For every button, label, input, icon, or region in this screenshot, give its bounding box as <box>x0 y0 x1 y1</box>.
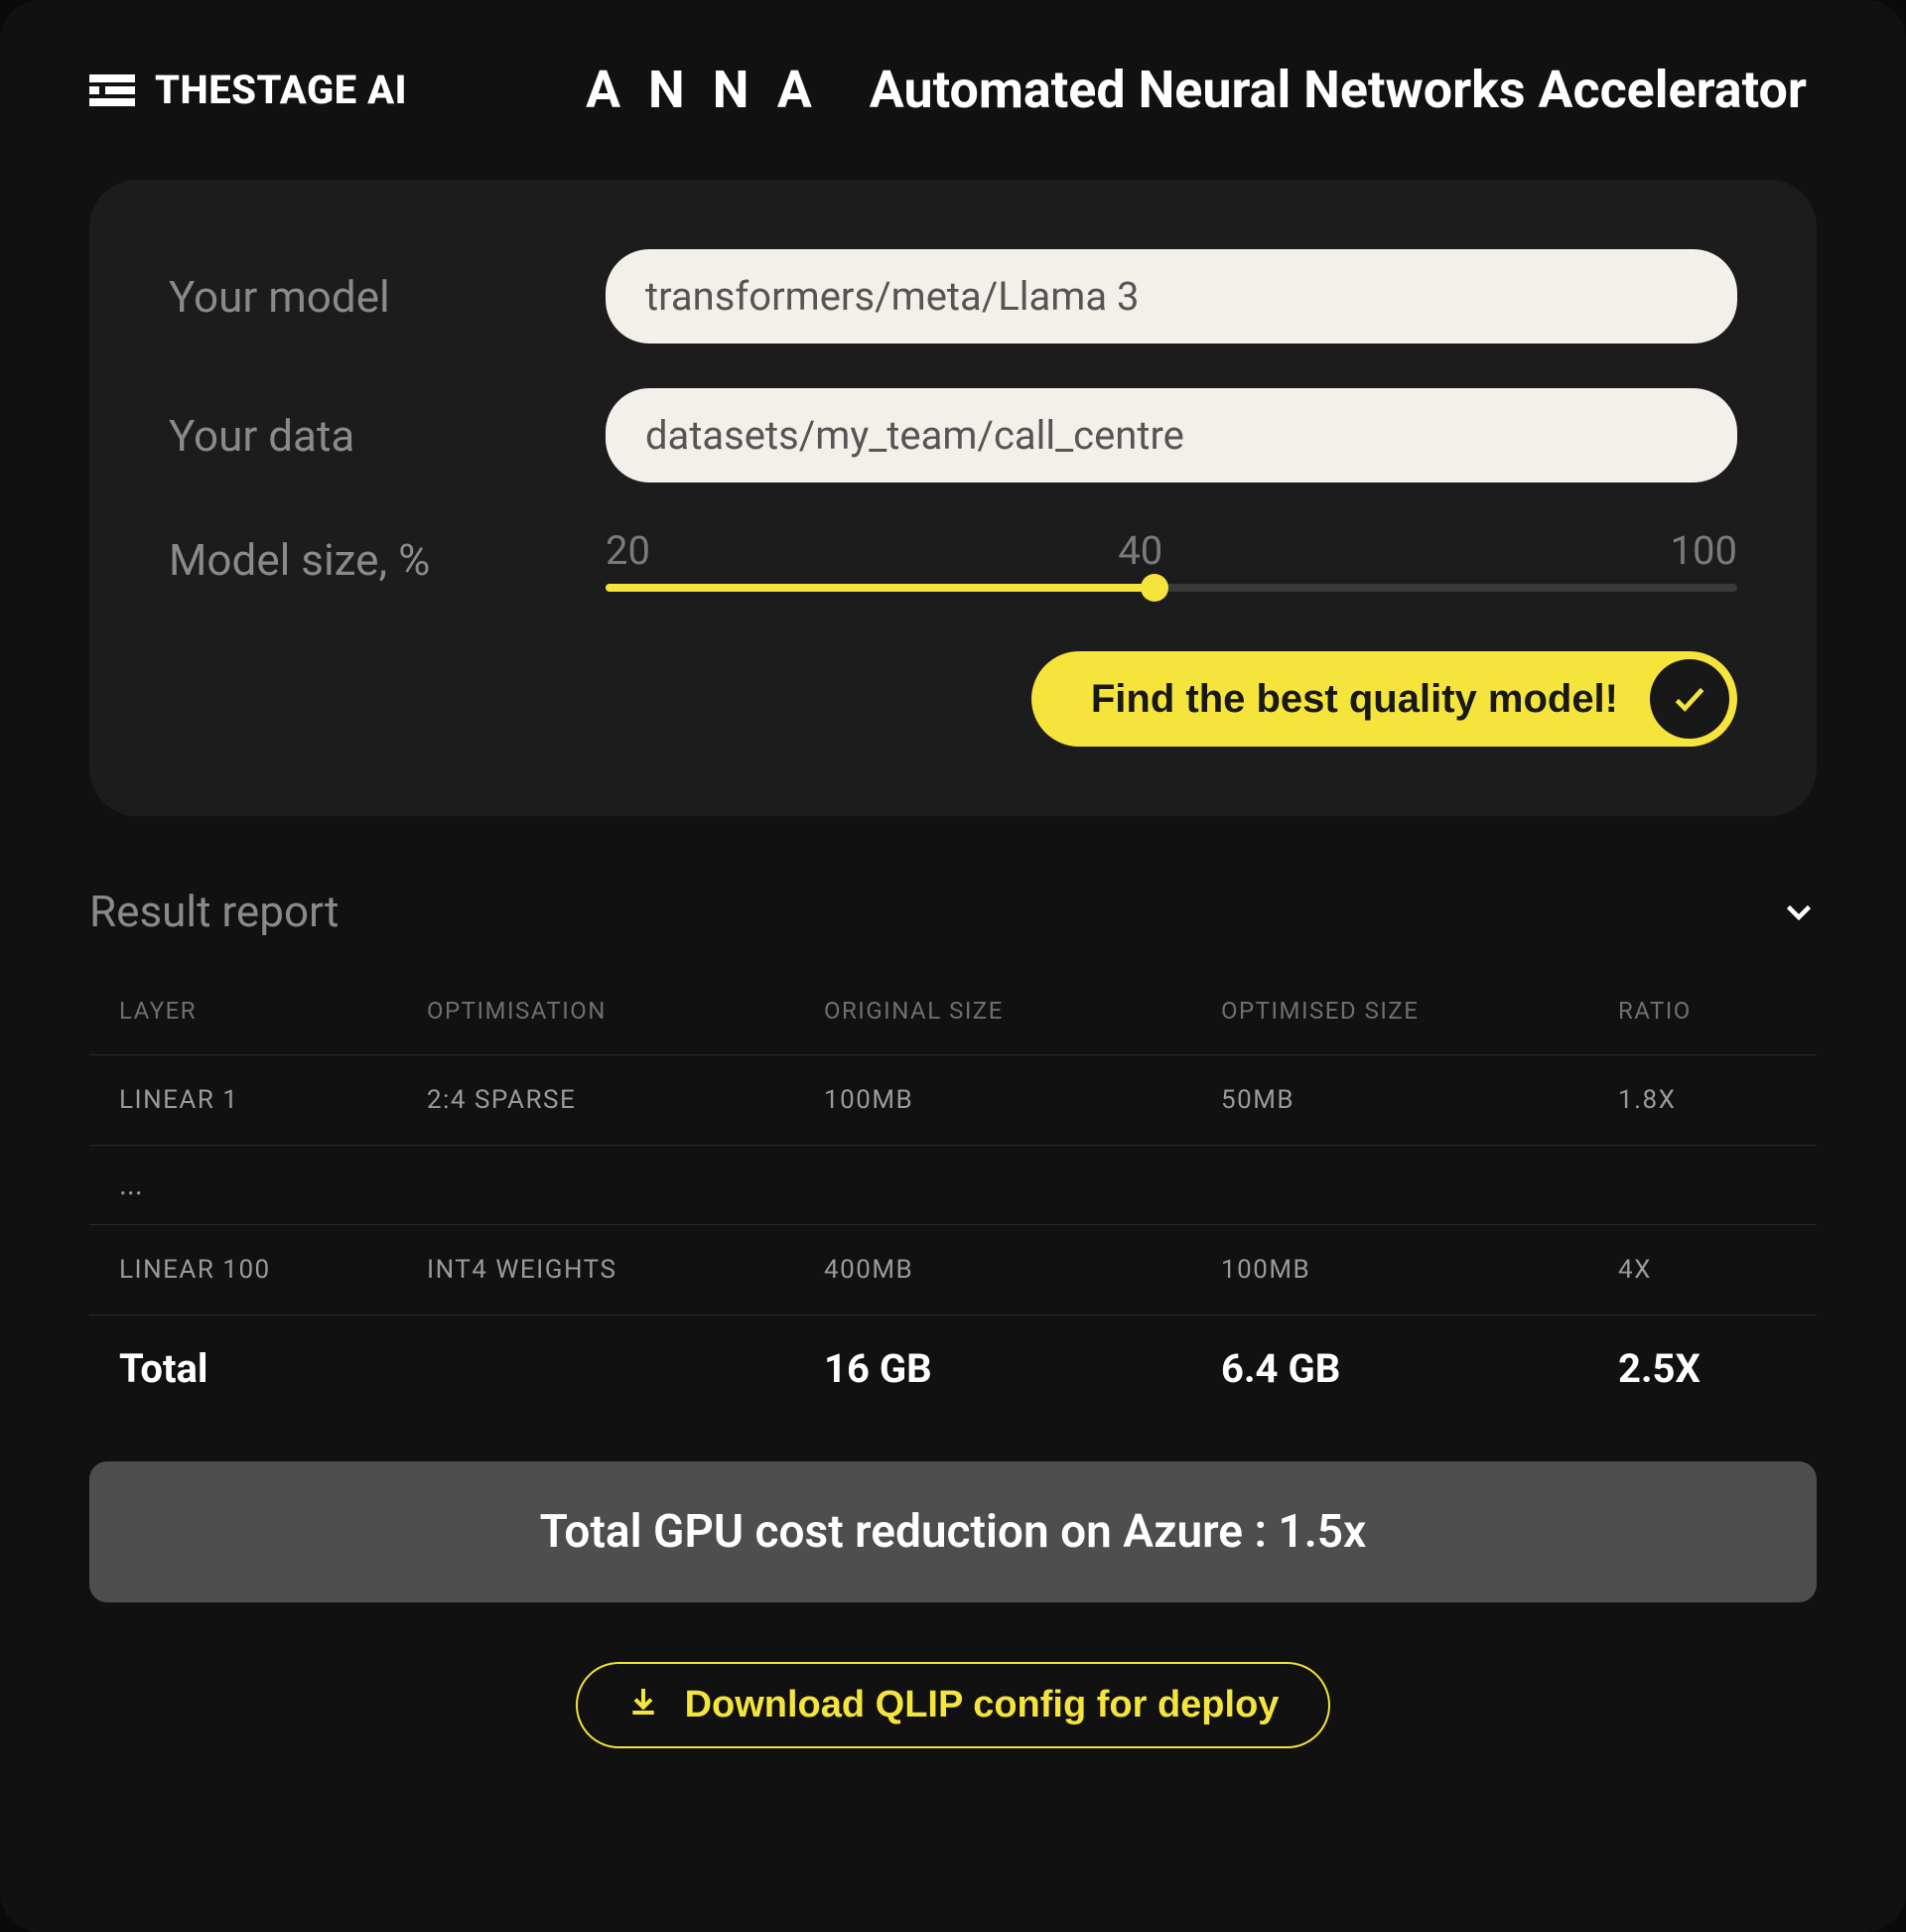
ellipsis: ... <box>119 1168 427 1202</box>
report-title: Result report <box>89 886 339 937</box>
total-label: Total <box>119 1345 427 1392</box>
col-original-size: ORIGINAL SIZE <box>824 997 1221 1025</box>
check-icon <box>1648 657 1731 741</box>
table-row: LINEAR 1 2:4 SPARSE 100MB 50MB 1.8X <box>89 1055 1817 1146</box>
col-optimisation: OPTIMISATION <box>427 997 824 1025</box>
download-icon <box>627 1684 659 1726</box>
report-table: LAYER OPTIMISATION ORIGINAL SIZE OPTIMIS… <box>89 967 1817 1422</box>
cell-optimisation: INT4 WEIGHTS <box>427 1255 824 1285</box>
cell-layer: LINEAR 100 <box>119 1255 427 1285</box>
slider-track[interactable] <box>606 584 1737 592</box>
brand-logo: THESTAGE AI <box>89 67 407 113</box>
cell-original: 400MB <box>824 1255 1221 1285</box>
data-row: Your data <box>169 388 1737 483</box>
total-original: 16 GB <box>824 1345 1221 1392</box>
chevron-down-icon <box>1781 894 1817 929</box>
col-optimised-size: OPTIMISED SIZE <box>1221 997 1618 1025</box>
table-row: LINEAR 100 INT4 WEIGHTS 400MB 100MB 4X <box>89 1225 1817 1315</box>
slider-tick-max: 100 <box>1671 527 1737 574</box>
col-layer: LAYER <box>119 997 427 1025</box>
table-row-total: Total 16 GB 6.4 GB 2.5X <box>89 1315 1817 1422</box>
cell-optimised: 100MB <box>1221 1255 1618 1285</box>
slider-tick-min: 20 <box>606 527 650 574</box>
app-window: THESTAGE AI ANNA Automated Neural Networ… <box>0 0 1906 1932</box>
model-label: Your model <box>169 271 546 323</box>
cell-ratio: 1.8X <box>1618 1085 1787 1115</box>
cell-optimisation: 2:4 SPARSE <box>427 1085 824 1115</box>
model-row: Your model <box>169 249 1737 344</box>
model-input[interactable] <box>606 249 1737 344</box>
config-card: Your model Your data Model size, % 20 40… <box>89 180 1817 816</box>
col-ratio: RATIO <box>1618 997 1787 1025</box>
download-label: Download QLIP config for deploy <box>685 1684 1280 1726</box>
brand-name: THESTAGE AI <box>155 67 407 113</box>
total-optimised: 6.4 GB <box>1221 1345 1618 1392</box>
cell-ratio: 4X <box>1618 1255 1787 1285</box>
slider-thumb[interactable] <box>1141 574 1168 602</box>
size-row: Model size, % 20 40 100 <box>169 527 1737 592</box>
model-size-slider[interactable]: 20 40 100 <box>606 527 1737 592</box>
data-input[interactable] <box>606 388 1737 483</box>
anna-wordmark: ANNA <box>586 60 840 120</box>
logo-icon <box>89 74 135 106</box>
size-label: Model size, % <box>169 534 546 586</box>
page-title: ANNA Automated Neural Networks Accelerat… <box>586 60 1807 120</box>
slider-tick-mid: 40 <box>1118 527 1162 574</box>
report-header[interactable]: Result report <box>89 886 1817 937</box>
cell-original: 100MB <box>824 1085 1221 1115</box>
cost-reduction-banner: Total GPU cost reduction on Azure : 1.5x <box>89 1461 1817 1602</box>
cell-layer: LINEAR 1 <box>119 1085 427 1115</box>
cta-label: Find the best quality model! <box>1091 677 1618 722</box>
slider-fill <box>606 584 1155 592</box>
find-model-button[interactable]: Find the best quality model! <box>1031 651 1737 747</box>
anna-subtitle: Automated Neural Networks Accelerator <box>870 60 1807 120</box>
header: THESTAGE AI ANNA Automated Neural Networ… <box>89 60 1817 120</box>
table-header-row: LAYER OPTIMISATION ORIGINAL SIZE OPTIMIS… <box>89 967 1817 1055</box>
table-row-ellipsis: ... <box>89 1146 1817 1225</box>
total-ratio: 2.5X <box>1618 1345 1787 1392</box>
data-label: Your data <box>169 410 546 462</box>
cell-optimised: 50MB <box>1221 1085 1618 1115</box>
download-config-button[interactable]: Download QLIP config for deploy <box>576 1662 1331 1748</box>
